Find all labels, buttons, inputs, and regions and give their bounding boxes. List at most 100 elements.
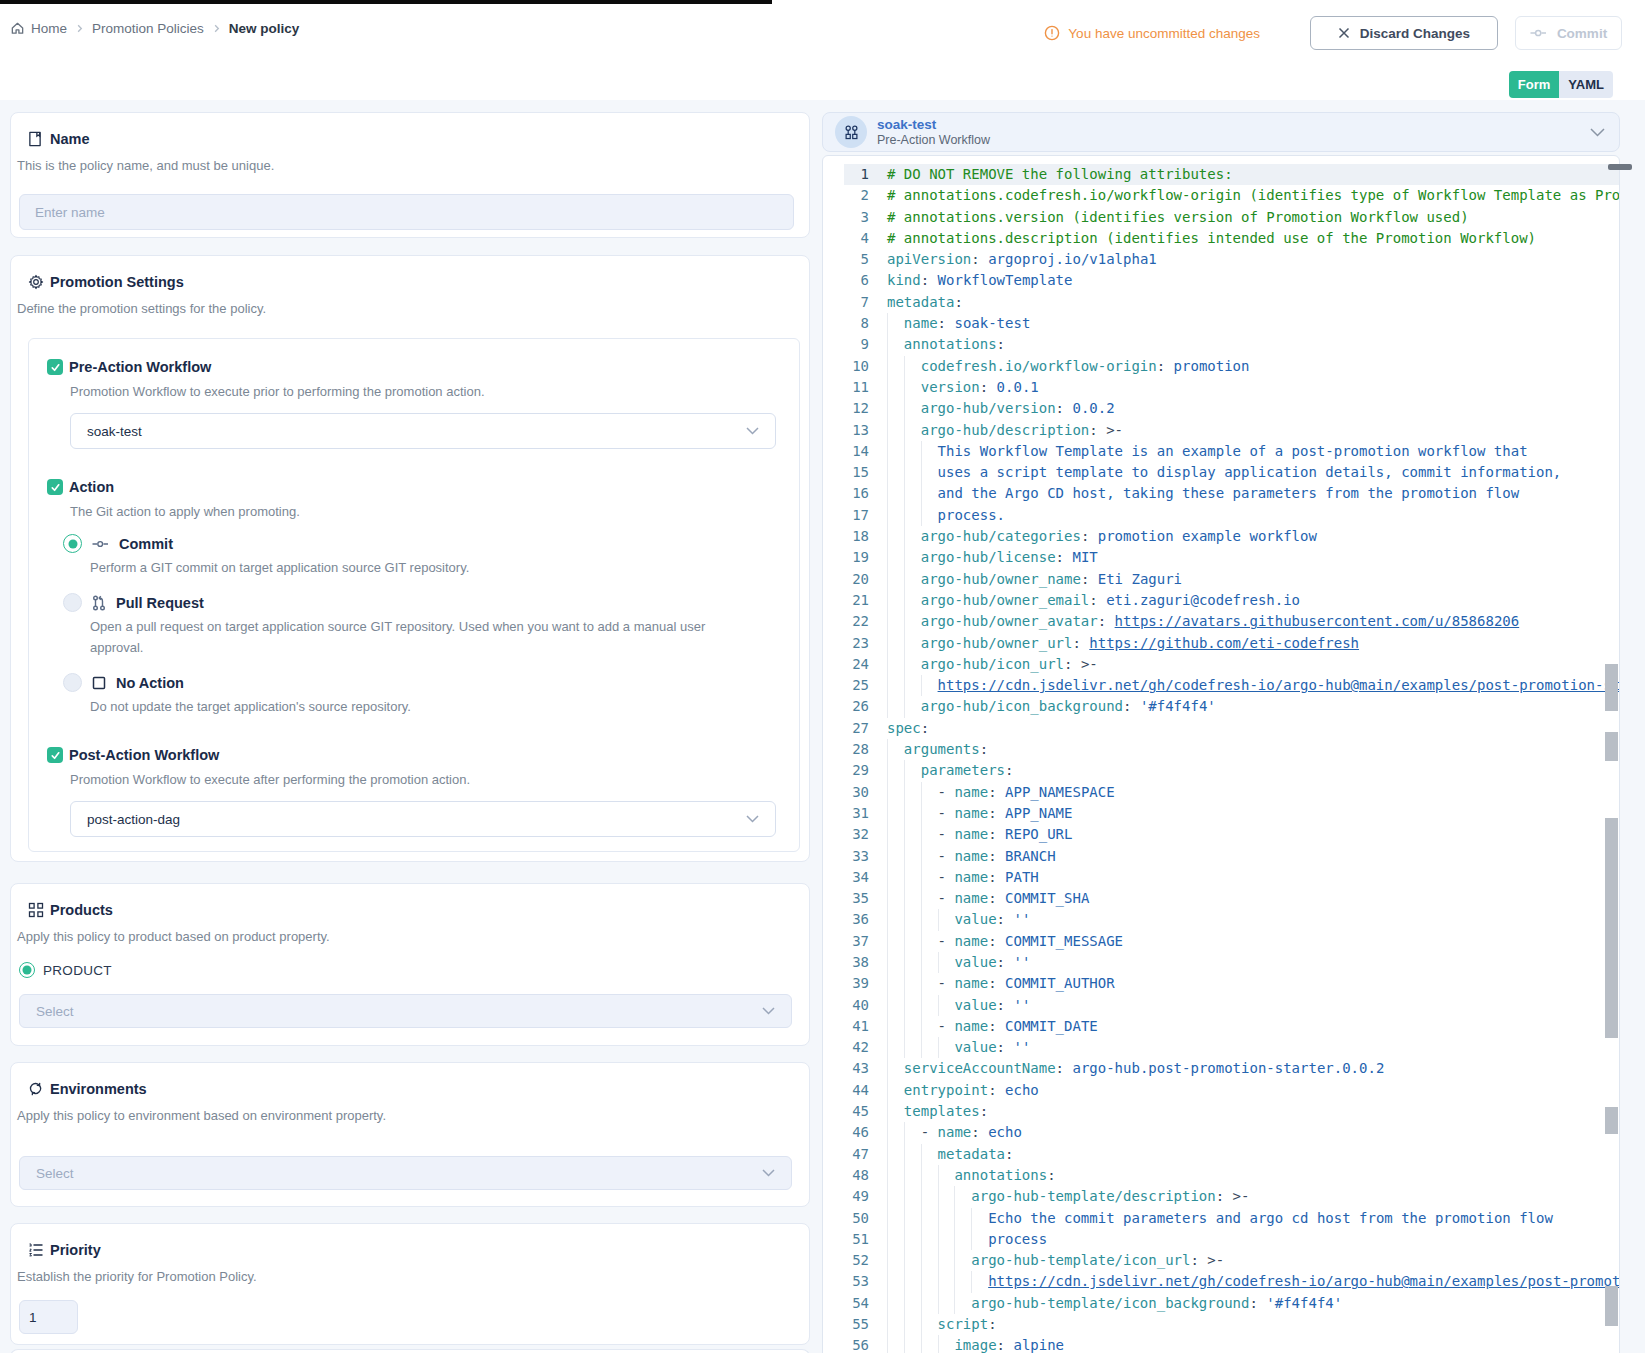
code-line: 37 - name: COMMIT_MESSAGE (823, 931, 1619, 952)
pre-action-description: Promotion Workflow to execute prior to p… (70, 384, 773, 399)
code-line: 32 - name: REPO_URL (823, 824, 1619, 845)
code-line: 44 entrypoint: echo (823, 1080, 1619, 1101)
chevron-down-icon (762, 1169, 775, 1177)
card-description: This is the policy name, and must be uni… (17, 158, 793, 173)
action-option-no-action: No Action Do not update the target appli… (63, 673, 773, 717)
warning-text: You have uncommitted changes (1068, 26, 1260, 41)
product-radio[interactable] (19, 962, 35, 978)
view-toggle: Form YAML (1509, 71, 1613, 98)
code-line: 39 - name: COMMIT_AUTHOR (823, 973, 1619, 994)
pre-action-checkbox[interactable] (47, 359, 63, 375)
commit-button[interactable]: Commit (1515, 16, 1622, 50)
post-action-description: Promotion Workflow to execute after perf… (70, 772, 773, 787)
workflow-avatar (835, 116, 867, 148)
code-line: 19 argo-hub/license: MIT (823, 547, 1619, 568)
no-action-radio[interactable] (63, 673, 82, 692)
no-action-option-label: No Action (116, 675, 184, 691)
breadcrumb-promotion-policies[interactable]: Promotion Policies (92, 21, 204, 36)
code-line: 53 https://cdn.jsdelivr.net/gh/codefresh… (823, 1271, 1619, 1292)
breadcrumb-separator-icon (75, 24, 84, 33)
tab-yaml[interactable]: YAML (1559, 71, 1613, 98)
product-select[interactable]: Select (19, 994, 792, 1028)
yaml-editor[interactable]: 1# DO NOT REMOVE the following attribute… (822, 155, 1620, 1353)
no-action-icon (92, 676, 106, 690)
code-line: 47 metadata: (823, 1144, 1619, 1165)
pull-request-option-label: Pull Request (116, 595, 204, 611)
chevron-down-icon (746, 815, 759, 823)
code-line: 2# annotations.codefresh.io/workflow-ori… (823, 185, 1619, 206)
workflow-editor-header[interactable]: soak-test Pre-Action Workflow (822, 112, 1620, 152)
code-line: 43 serviceAccountName: argo-hub.post-pro… (823, 1058, 1619, 1079)
products-icon (28, 902, 44, 919)
card-description: Define the promotion settings for the po… (17, 301, 793, 316)
code-line: 16 and the Argo CD host, taking these pa… (823, 483, 1619, 504)
code-line: 9 annotations: (823, 334, 1619, 355)
code-line: 51 process (823, 1229, 1619, 1250)
promotion-settings-card: Promotion Settings Define the promotion … (10, 255, 810, 862)
scrollbar-thumb[interactable] (1605, 818, 1618, 1038)
post-action-label: Post-Action Workflow (69, 747, 219, 763)
post-action-checkbox[interactable] (47, 747, 63, 763)
warning-icon (1044, 25, 1060, 41)
next-card-edge (10, 1349, 810, 1353)
pull-request-radio[interactable] (63, 593, 82, 612)
code-line: 7metadata: (823, 292, 1619, 313)
card-title: Products (50, 902, 113, 918)
scrollbar-decoration[interactable] (1605, 732, 1618, 761)
code-line: 3# annotations.version (identifies versi… (823, 207, 1619, 228)
code-line: 29 parameters: (823, 760, 1619, 781)
scrollbar-decoration[interactable] (1605, 1286, 1618, 1326)
code-line: 24 argo-hub/icon_url: >- (823, 654, 1619, 675)
scrollbar-decoration[interactable] (1605, 1107, 1618, 1134)
code-line: 49 argo-hub-template/description: >- (823, 1186, 1619, 1207)
post-action-workflow-select[interactable]: post-action-dag (70, 801, 776, 837)
chevron-down-icon (746, 427, 759, 435)
code-line: 11 version: 0.0.1 (823, 377, 1619, 398)
code-line: 18 argo-hub/categories: promotion exampl… (823, 526, 1619, 547)
code-line: 15 uses a script template to display app… (823, 462, 1619, 483)
card-description: Apply this policy to product based on pr… (17, 929, 793, 944)
code-line: 21 argo-hub/owner_email: eti.zaguri@code… (823, 590, 1619, 611)
breadcrumb-separator-icon (212, 24, 221, 33)
code-line: 28 arguments: (823, 739, 1619, 760)
action-description: The Git action to apply when promoting. (70, 504, 773, 519)
code-line: 30 - name: APP_NAMESPACE (823, 782, 1619, 803)
tab-form[interactable]: Form (1509, 71, 1560, 98)
name-input[interactable]: Enter name (19, 194, 794, 230)
top-accent-bar (0, 0, 772, 4)
scrollbar-decoration[interactable] (1605, 664, 1618, 711)
discard-changes-button[interactable]: Discard Changes (1310, 16, 1498, 50)
no-action-option-description: Do not update the target application's s… (90, 696, 730, 717)
commit-radio[interactable] (63, 534, 82, 553)
uncommitted-changes-warning: You have uncommitted changes (1044, 25, 1260, 41)
breadcrumb-home[interactable]: Home (10, 21, 67, 36)
code-line: 8 name: soak-test (823, 313, 1619, 334)
code-line: 23 argo-hub/owner_url: https://github.co… (823, 633, 1619, 654)
breadcrumb-current: New policy (229, 21, 300, 36)
breadcrumb: Home Promotion Policies New policy (10, 21, 299, 36)
product-radio-label: PRODUCT (43, 963, 112, 978)
action-checkbox[interactable] (47, 479, 63, 495)
code-line: 41 - name: COMMIT_DATE (823, 1016, 1619, 1037)
code-line: 6kind: WorkflowTemplate (823, 270, 1619, 291)
code-line: 27spec: (823, 718, 1619, 739)
chevron-down-icon[interactable] (1590, 128, 1605, 137)
code-line: 38 value: '' (823, 952, 1619, 973)
name-icon (28, 131, 44, 148)
git-commit-icon (92, 538, 109, 550)
code-line: 36 value: '' (823, 909, 1619, 930)
pull-request-icon (92, 595, 106, 611)
card-description: Establish the priority for Promotion Pol… (17, 1269, 793, 1284)
policy-form: Name This is the policy name, and must b… (10, 112, 810, 1345)
code-line: 10 codefresh.io/workflow-origin: promoti… (823, 356, 1619, 377)
card-title: Environments (50, 1081, 147, 1097)
priority-card: Priority Establish the priority for Prom… (10, 1223, 810, 1345)
environment-select[interactable]: Select (19, 1156, 792, 1190)
code-line: 35 - name: COMMIT_SHA (823, 888, 1619, 909)
priority-input[interactable]: 1 (19, 1300, 78, 1334)
scrollbar-handle[interactable] (1608, 164, 1632, 170)
pre-action-workflow-select[interactable]: soak-test (70, 413, 776, 449)
code-line: 55 script: (823, 1314, 1619, 1335)
code-line: 54 argo-hub-template/icon_background: '#… (823, 1293, 1619, 1314)
card-title: Name (50, 131, 90, 147)
